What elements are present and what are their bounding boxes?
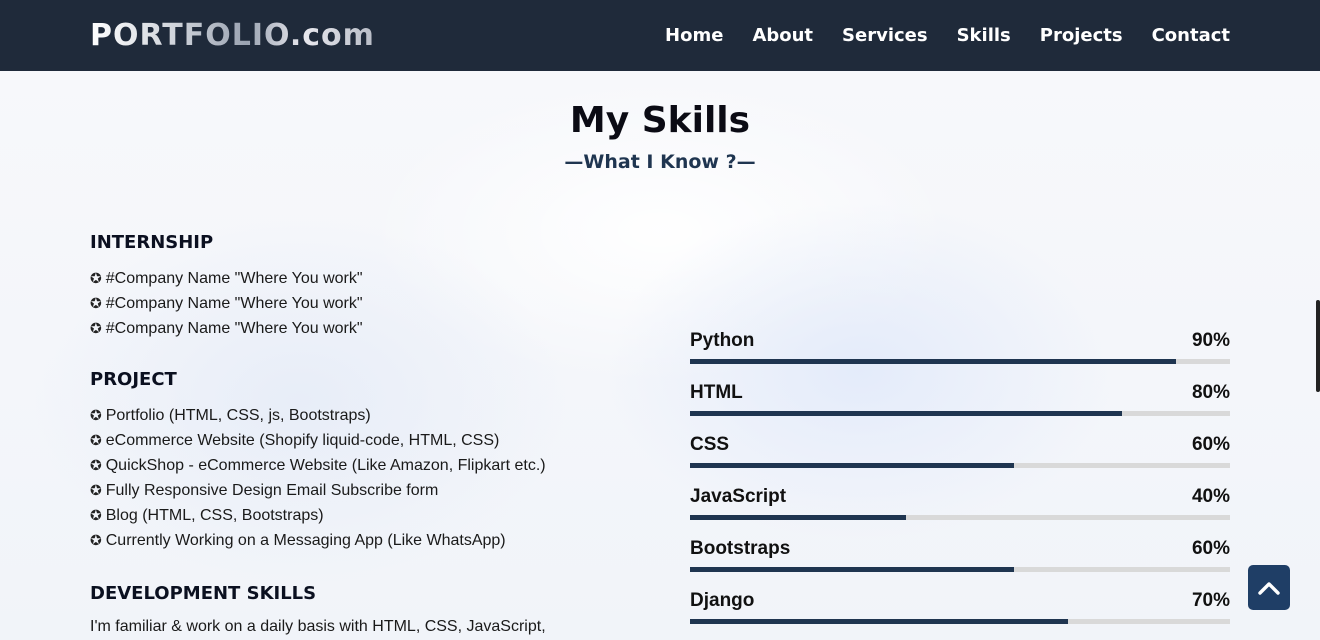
- skill-progress-fill: [690, 463, 1014, 468]
- list-item: ✪ QuickShop - eCommerce Website (Like Ama…: [90, 453, 630, 478]
- skill-name: JavaScript: [690, 486, 787, 507]
- chevron-up-icon: [1258, 581, 1280, 595]
- skill-label-row: JavaScript 40%: [690, 484, 1230, 510]
- skill-percent: 80%: [1191, 382, 1230, 403]
- star-circle-icon: ✪: [90, 270, 102, 286]
- skill-label-row: Python 90%: [690, 328, 1230, 354]
- internship-heading: INTERNSHIP: [90, 232, 214, 253]
- skill-name: CSS: [690, 434, 730, 455]
- skill-item: Python 90%: [690, 328, 1230, 380]
- skill-item: Django 70%: [690, 588, 1230, 640]
- star-circle-icon: ✪: [90, 507, 102, 523]
- list-item-text: #Company Name "Where You work": [105, 270, 363, 287]
- nav-about[interactable]: About: [752, 25, 813, 46]
- list-item: ✪ Currently Working on a Messaging App (L…: [90, 528, 630, 553]
- skill-progress-fill: [690, 411, 1122, 416]
- development-text: I'm familiar & work on a daily basis wit…: [90, 618, 546, 635]
- list-item: ✪ eCommerce Website (Shopify liquid-code,…: [90, 428, 630, 453]
- star-circle-icon: ✪: [90, 532, 102, 548]
- skill-progress-track: [690, 515, 1230, 520]
- star-circle-icon: ✪: [90, 482, 102, 498]
- skill-progress-track: [690, 463, 1230, 468]
- list-item: ✪ #Company Name "Where You work": [90, 316, 630, 341]
- skill-percent: 90%: [1191, 330, 1230, 351]
- nav-services[interactable]: Services: [842, 25, 928, 46]
- internship-list: ✪ #Company Name "Where You work" ✪ #Company…: [90, 266, 630, 341]
- skill-name: HTML: [690, 382, 743, 403]
- list-item-text: Fully Responsive Design Email Subscribe …: [105, 482, 439, 499]
- star-circle-icon: ✪: [90, 457, 102, 473]
- star-circle-icon: ✪: [90, 407, 102, 423]
- list-item: ✪ Fully Responsive Design Email Subscribe…: [90, 478, 630, 503]
- skill-progress-fill: [690, 515, 906, 520]
- list-item: ✪ Blog (HTML, CSS, Bootstraps): [90, 503, 630, 528]
- skill-progress-track: [690, 619, 1230, 624]
- list-item-text: Portfolio (HTML, CSS, js, Bootstraps): [105, 407, 371, 424]
- list-item: ✪ #Company Name "Where You work": [90, 291, 630, 316]
- skill-progress-track: [690, 411, 1230, 416]
- list-item: ✪ #Company Name "Where You work": [90, 266, 630, 291]
- list-item-text: Blog (HTML, CSS, Bootstraps): [105, 507, 324, 524]
- star-circle-icon: ✪: [90, 320, 102, 336]
- list-item-text: Currently Working on a Messaging App (Li…: [105, 532, 506, 549]
- skill-label-row: Bootstraps 60%: [690, 536, 1230, 562]
- list-item-text: QuickShop - eCommerce Website (Like Amaz…: [105, 457, 546, 474]
- navbar: PORTFOLIO.com Home About Services Skills…: [0, 0, 1320, 71]
- section-title: My Skills: [569, 100, 751, 141]
- skills-text-column: INTERNSHIP ✪ #Company Name "Where You wor…: [90, 230, 630, 639]
- list-item-text: #Company Name "Where You work": [105, 295, 363, 312]
- skill-item: Bootstraps 60%: [690, 536, 1230, 588]
- skill-percent: 40%: [1191, 486, 1230, 507]
- skill-name: Python: [690, 330, 755, 351]
- list-item: ✪ Portfolio (HTML, CSS, js, Bootstraps): [90, 403, 630, 428]
- skill-label-row: CSS 60%: [690, 432, 1230, 458]
- skill-progress-fill: [690, 567, 1014, 572]
- skill-label-row: HTML 80%: [690, 380, 1230, 406]
- page-scrollbar[interactable]: [1316, 300, 1320, 392]
- section-subtitle: —What I Know ?—: [564, 151, 756, 173]
- skill-percent: 70%: [1191, 590, 1230, 611]
- list-item-text: eCommerce Website (Shopify liquid-code, …: [105, 432, 500, 449]
- skill-item: CSS 60%: [690, 432, 1230, 484]
- skill-progress-fill: [690, 359, 1176, 364]
- skill-name: Bootstraps: [690, 538, 791, 559]
- site-logo[interactable]: PORTFOLIO.com: [90, 16, 375, 56]
- nav-contact[interactable]: Contact: [1152, 25, 1230, 46]
- main-nav: Home About Services Skills Projects Cont…: [665, 0, 1230, 71]
- skill-percent: 60%: [1191, 434, 1230, 455]
- list-item-text: #Company Name "Where You work": [105, 320, 363, 337]
- nav-projects[interactable]: Projects: [1040, 25, 1123, 46]
- scroll-top-button[interactable]: [1248, 565, 1290, 610]
- skill-item: JavaScript 40%: [690, 484, 1230, 536]
- skill-progress-track: [690, 359, 1230, 364]
- star-circle-icon: ✪: [90, 432, 102, 448]
- project-list: ✪ Portfolio (HTML, CSS, js, Bootstraps) ✪ e…: [90, 403, 630, 553]
- skill-name: Django: [690, 590, 755, 611]
- nav-home[interactable]: Home: [665, 25, 723, 46]
- skill-progress-fill: [690, 619, 1068, 624]
- skill-label-row: Django 70%: [690, 588, 1230, 614]
- skill-bars: Python 90% HTML 80% CSS 60% JavaScript 40% Boots…: [690, 328, 1230, 640]
- nav-skills[interactable]: Skills: [957, 25, 1011, 46]
- development-heading: DEVELOPMENT SKILLS: [90, 583, 317, 604]
- project-heading: PROJECT: [90, 369, 177, 390]
- skill-item: HTML 80%: [690, 380, 1230, 432]
- skill-percent: 60%: [1191, 538, 1230, 559]
- skill-progress-track: [690, 567, 1230, 572]
- star-circle-icon: ✪: [90, 295, 102, 311]
